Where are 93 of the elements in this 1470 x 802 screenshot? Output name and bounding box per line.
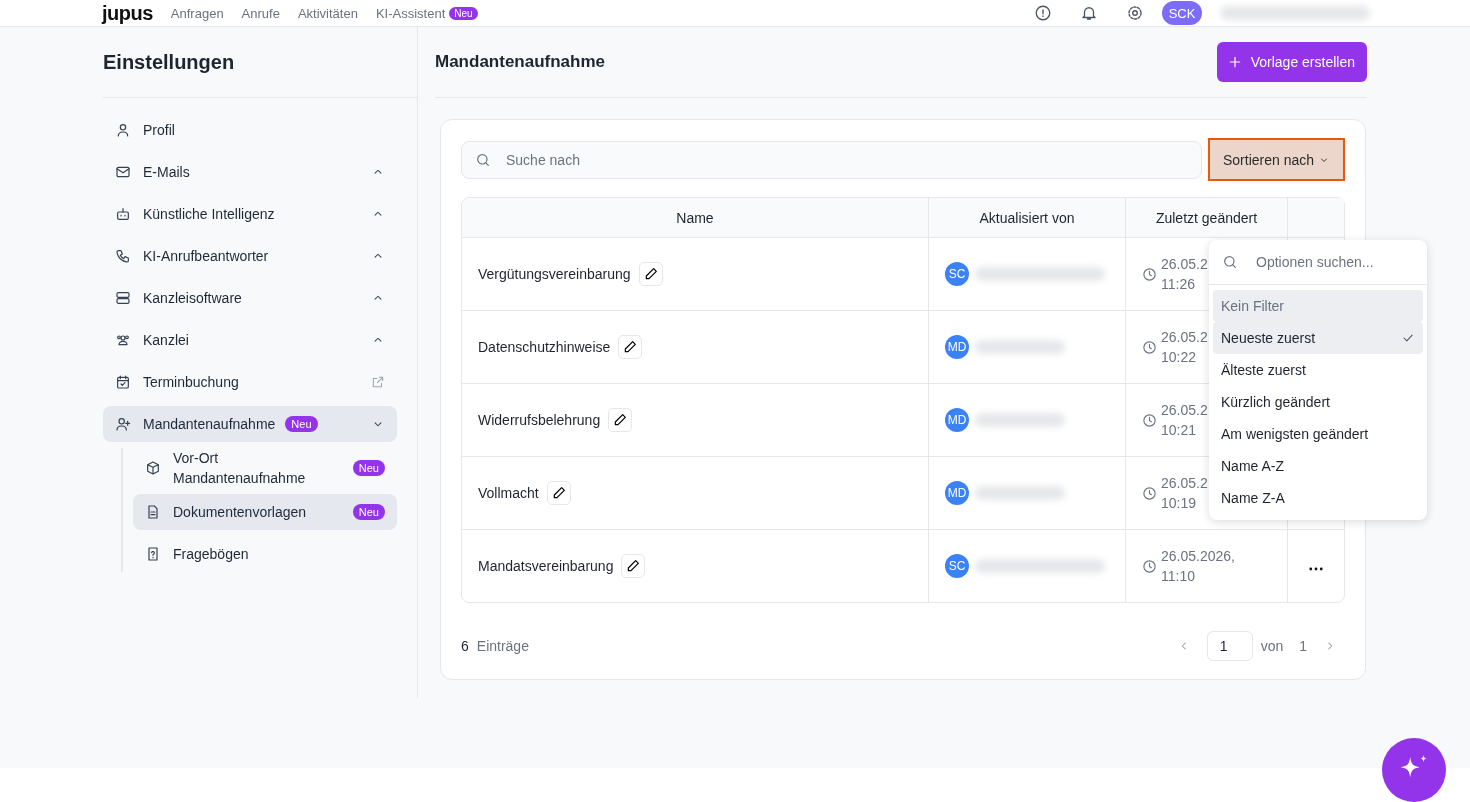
sidebar-subitem[interactable]: Vor-Ort Mandantenaufnahme Neu (133, 448, 397, 488)
create-template-button[interactable]: Vorlage erstellen (1216, 42, 1367, 82)
person-icon (115, 122, 131, 138)
page-total: 1 (1299, 638, 1307, 654)
sort-button[interactable]: Sortieren nach (1208, 138, 1345, 181)
search-field[interactable]: Suche nach (461, 140, 1202, 179)
modified-time: 10:21 (1161, 421, 1198, 440)
user-avatar: MD (945, 408, 969, 432)
sidebar-item[interactable]: E-Mails (103, 154, 397, 190)
people-icon (115, 332, 131, 348)
column-header: Aktualisiert von (929, 198, 1126, 238)
page-input[interactable]: 1 (1206, 631, 1253, 661)
entry-label: Einträge (476, 638, 529, 654)
template-name: Datenschutzhinweise (478, 339, 611, 355)
sort-option[interactable]: Neueste zuerst (1213, 322, 1423, 354)
document-icon (145, 504, 161, 520)
sidebar-title: Einstellungen (103, 50, 235, 74)
of-label: von (1260, 638, 1284, 654)
modified-date: 26.05.2 (1161, 328, 1208, 347)
sidebar-item[interactable]: Terminbuchung (103, 364, 397, 400)
clock-icon (1142, 339, 1157, 355)
more-icon[interactable] (1309, 567, 1323, 571)
sort-option[interactable]: Kein Filter (1213, 290, 1423, 322)
user-avatar: MD (945, 481, 969, 505)
page-title: Mandantenaufnahme (435, 52, 606, 72)
user-avatar: SC (945, 554, 969, 578)
pencil-icon (622, 339, 639, 355)
nav-link[interactable]: Aktivitäten (297, 5, 358, 21)
external-link-icon (371, 375, 385, 389)
edit-button[interactable] (608, 408, 633, 432)
clock-icon (1142, 266, 1157, 282)
modified-time: 11:10 (1161, 567, 1196, 586)
search-icon (1222, 254, 1238, 270)
sidebar-item[interactable]: Künstliche Intelligenz (103, 196, 397, 232)
sidebar-item[interactable]: Profil (103, 112, 397, 148)
sort-option[interactable]: Am wenigsten geändert (1213, 418, 1423, 450)
nav-link[interactable]: Anrufe (241, 5, 280, 21)
sidebar-subitem[interactable]: Fragebögen (133, 536, 397, 572)
user-avatar[interactable]: SCK (1162, 1, 1202, 25)
sort-option[interactable]: Name A-Z (1213, 450, 1423, 482)
template-name: Widerrufsbelehrung (478, 412, 601, 428)
modified-time: 10:19 (1161, 494, 1198, 513)
settings-icon[interactable] (1126, 4, 1144, 22)
edit-button[interactable] (621, 554, 646, 578)
clock-icon (1142, 558, 1157, 574)
envelope-icon (115, 164, 131, 180)
phone-icon (115, 248, 131, 264)
pencil-icon (625, 558, 642, 574)
pencil-icon (612, 412, 629, 428)
modified-time: 10:22 (1161, 348, 1198, 367)
sidebar-item[interactable]: Mandantenaufnahme Neu (103, 406, 397, 442)
server-icon (115, 290, 131, 306)
user-avatar: MD (945, 335, 969, 359)
column-header: Zuletzt geändert (1126, 198, 1288, 238)
help-icon[interactable] (1034, 4, 1052, 22)
new-badge: Neu (352, 460, 385, 476)
search-icon (475, 151, 491, 168)
sidebar-subitem[interactable]: Dokumentenvorlagen Neu (133, 494, 397, 530)
clock-icon (1142, 485, 1157, 501)
sort-option[interactable]: Kürzlich geändert (1213, 386, 1423, 418)
new-badge: Neu (285, 416, 318, 432)
nav-link[interactable]: KI-Assistent (375, 5, 446, 21)
sort-option[interactable]: Name Z-A (1213, 482, 1423, 514)
edit-button[interactable] (618, 335, 643, 359)
modified-date: 26.05.2 (1161, 474, 1208, 493)
edit-button[interactable] (546, 481, 571, 505)
edit-button[interactable] (638, 262, 663, 286)
modified-date: 26.05.2 (1161, 401, 1208, 420)
sidebar-item[interactable]: Kanzlei (103, 322, 397, 358)
template-name: Vergütungsvereinbarung (478, 266, 631, 282)
sidebar-item[interactable]: Kanzleisoftware (103, 280, 397, 316)
column-header: Name (462, 198, 929, 238)
options-search-field[interactable]: Optionen suchen... (1209, 240, 1427, 284)
bell-icon[interactable] (1080, 4, 1098, 22)
new-badge: Neu (449, 6, 478, 20)
modified-time: 11:26 (1161, 275, 1196, 294)
new-badge: Neu (352, 504, 385, 520)
person-plus-icon (115, 416, 131, 432)
nav-link[interactable]: Anfragen (170, 5, 224, 21)
clock-icon (1142, 412, 1157, 428)
template-name: Mandatsvereinbarung (478, 558, 614, 574)
user-avatar: SC (945, 262, 969, 286)
question-document-icon (145, 546, 161, 562)
sidebar-item[interactable]: KI-Anrufbeantworter (103, 238, 397, 274)
robot-icon (115, 206, 131, 222)
entry-count: 6 (461, 638, 469, 654)
modified-date: 26.05.2 (1161, 255, 1208, 274)
cube-icon (145, 460, 161, 476)
calendar-icon (115, 374, 131, 390)
sort-option[interactable]: Älteste zuerst (1213, 354, 1423, 386)
logo[interactable]: jupus (102, 1, 153, 25)
template-name: Vollmacht (478, 485, 539, 501)
modified-date: 26.05.2026, (1161, 547, 1235, 566)
